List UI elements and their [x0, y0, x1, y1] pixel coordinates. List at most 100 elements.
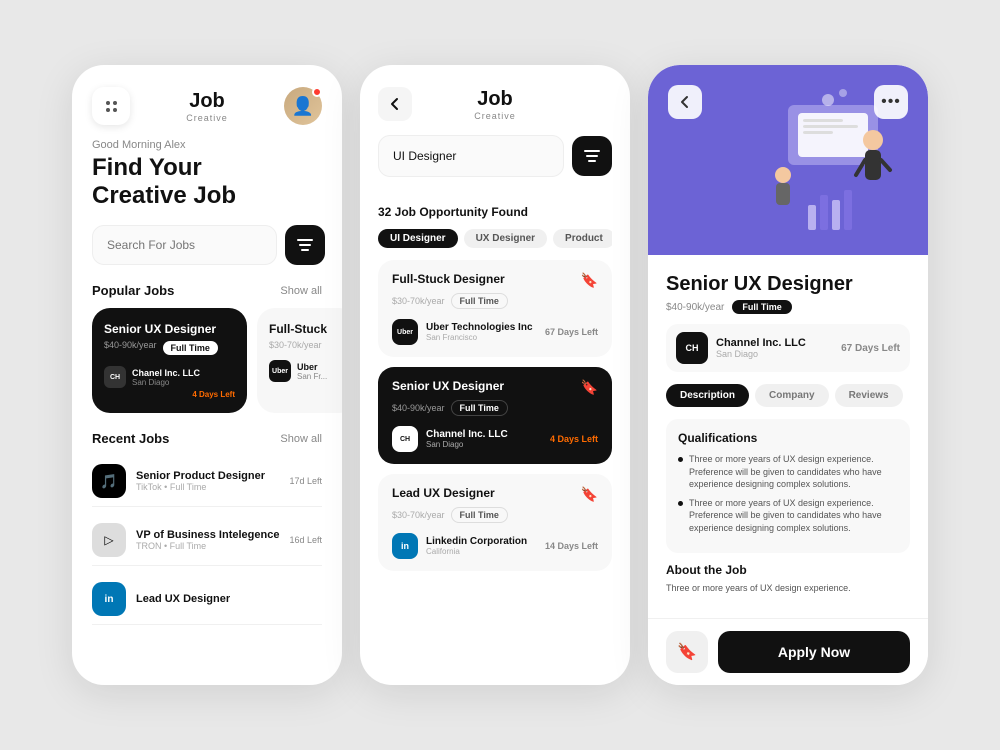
job-item-1-salary: $30-70k/year — [392, 296, 445, 306]
job-item-2-title: Senior UX Designer — [392, 379, 504, 393]
job-detail-company-logo: CH — [676, 332, 708, 364]
job-detail-body: Senior UX Designer $40-90k/year Full Tim… — [648, 255, 928, 618]
filter-button[interactable] — [285, 225, 325, 265]
job-item-3[interactable]: Lead UX Designer 🔖 $30-70k/year Full Tim… — [378, 474, 612, 571]
about-text: Three or more years of UX design experie… — [666, 583, 910, 593]
job-item-2-location: San Diago — [426, 440, 508, 449]
recent-jobs-title: Recent Jobs — [92, 431, 169, 446]
tron-logo: ▷ — [92, 523, 126, 557]
job-item-1-title: Full-Stuck Designer — [392, 272, 505, 286]
recent-job-2-info: VP of Business Intelegence TRON • Full T… — [136, 529, 279, 551]
notification-dot — [312, 87, 322, 97]
card2-logo-job: Job — [474, 88, 516, 111]
filter-tags-row: UI Designer UX Designer Product Mot — [378, 229, 612, 248]
card2-filter-button[interactable] — [572, 136, 612, 176]
popular-show-all[interactable]: Show all — [280, 285, 322, 297]
card2-logo-creative: Creative — [474, 111, 516, 121]
filter-tag-product[interactable]: Product — [553, 229, 612, 248]
about-section: About the Job Three or more years of UX … — [666, 563, 910, 593]
linkedin-logo: in — [92, 582, 126, 616]
tab-company[interactable]: Company — [755, 384, 829, 407]
recent-job-2-title: VP of Business Intelegence — [136, 529, 279, 541]
card-detail: ••• S — [648, 65, 928, 685]
recent-job-1-info: Senior Product Designer TikTok • Full Ti… — [136, 470, 279, 492]
popular-jobs-title: Popular Jobs — [92, 283, 174, 298]
about-title: About the Job — [666, 563, 910, 577]
job-item-2-days: 4 Days Left — [550, 434, 598, 444]
search-bar — [92, 225, 322, 265]
search-input[interactable] — [92, 225, 277, 265]
recent-job-3-title: Lead UX Designer — [136, 593, 322, 605]
chanel-logo: CH — [104, 366, 126, 388]
job-detail-company-location: San Diago — [716, 349, 806, 359]
qual-dot-2 — [678, 501, 683, 506]
recent-job-1-title: Senior Product Designer — [136, 470, 279, 482]
main-title: Find Your Creative Job — [92, 154, 322, 209]
recent-job-3-info: Lead UX Designer — [136, 593, 322, 605]
card2-search-bar — [378, 135, 612, 177]
logo: Job Creative — [186, 90, 228, 123]
bookmark-icon-1[interactable]: 🔖 — [581, 272, 598, 289]
job-item-3-days: 14 Days Left — [545, 541, 598, 551]
tab-description[interactable]: Description — [666, 384, 749, 407]
bookmark-icon-3[interactable]: 🔖 — [581, 486, 598, 503]
recent-job-2-sub: TRON • Full Time — [136, 541, 279, 551]
job-item-1-location: San Francisco — [426, 333, 533, 342]
popular-jobs-list: Senior UX Designer $40-90k/year Full Tim… — [92, 308, 322, 413]
card-home: Job Creative 👤 Good Morning Alex Find Yo… — [72, 65, 342, 685]
avatar[interactable]: 👤 — [284, 87, 322, 125]
job-item-1[interactable]: Full-Stuck Designer 🔖 $30-70k/year Full … — [378, 260, 612, 357]
popular-job-dark-company: Chanel Inc. LLC — [132, 368, 200, 378]
job-detail-meta: $40-90k/year Full Time — [666, 300, 910, 314]
card2-filter-icon — [584, 150, 600, 162]
tab-reviews[interactable]: Reviews — [835, 384, 903, 407]
bookmark-icon-2[interactable]: 🔖 — [581, 379, 598, 396]
job-hero: ••• — [648, 65, 928, 255]
menu-button[interactable] — [92, 87, 130, 125]
popular-job-dark-title: Senior UX Designer — [104, 322, 235, 336]
qual-dot-1 — [678, 457, 683, 462]
qualifications-section: Qualifications Three or more years of UX… — [666, 419, 910, 553]
popular-job-light-title: Full-Stuck — [269, 322, 342, 336]
card3-more-button[interactable]: ••• — [874, 85, 908, 119]
results-count: 32 Job Opportunity Found — [378, 205, 612, 219]
job-item-2-salary: $40-90k/year — [392, 403, 445, 413]
job-detail-days-left: 67 Days Left — [841, 343, 900, 354]
recent-job-2[interactable]: ▷ VP of Business Intelegence TRON • Full… — [92, 515, 322, 566]
save-job-button[interactable]: 🔖 — [666, 631, 708, 673]
recent-job-1-sub: TikTok • Full Time — [136, 482, 279, 492]
tiktok-logo: 🎵 — [92, 464, 126, 498]
job-item-2[interactable]: Senior UX Designer 🔖 $40-90k/year Full T… — [378, 367, 612, 464]
uber-logo-2: Uber — [392, 319, 418, 345]
card2-back-button[interactable] — [378, 87, 412, 121]
popular-job-dark-salary: $40-90k/year — [104, 340, 157, 350]
logo-job-text: Job — [186, 90, 228, 113]
filter-icon — [297, 239, 313, 251]
apply-now-button[interactable]: Apply Now — [718, 631, 910, 673]
qualifications-title: Qualifications — [678, 431, 898, 445]
popular-jobs-header: Popular Jobs Show all — [92, 283, 322, 298]
qualification-item-1: Three or more years of UX design experie… — [678, 453, 898, 491]
job-item-2-company: Channel Inc. LLC — [426, 429, 508, 440]
filter-tag-ui-designer[interactable]: UI Designer — [378, 229, 458, 248]
card3-back-button[interactable] — [668, 85, 702, 119]
apply-bar: 🔖 Apply Now — [648, 618, 928, 685]
popular-job-light[interactable]: Full-Stuck $30-70k/year Uber Uber San Fr… — [257, 308, 342, 413]
back-arrow-icon — [387, 96, 403, 112]
recent-jobs-list: 🎵 Senior Product Designer TikTok • Full … — [92, 456, 322, 625]
job-item-3-salary: $30-70k/year — [392, 510, 445, 520]
uber-logo: Uber — [269, 360, 291, 382]
recent-job-3[interactable]: in Lead UX Designer — [92, 574, 322, 625]
filter-tag-ux-designer[interactable]: UX Designer — [464, 229, 547, 248]
save-bookmark-icon: 🔖 — [677, 642, 697, 662]
recent-job-1-days: 17d Left — [289, 476, 322, 486]
popular-job-dark-badge: Full Time — [163, 341, 218, 355]
job-item-3-badge: Full Time — [451, 507, 508, 523]
popular-job-dark[interactable]: Senior UX Designer $40-90k/year Full Tim… — [92, 308, 247, 413]
job-detail-type-badge: Full Time — [732, 300, 791, 314]
card1-header: Job Creative 👤 — [92, 87, 322, 125]
recent-show-all[interactable]: Show all — [280, 433, 322, 445]
card2-search-input[interactable] — [378, 135, 564, 177]
recent-job-1[interactable]: 🎵 Senior Product Designer TikTok • Full … — [92, 456, 322, 507]
recent-job-2-days: 16d Left — [289, 535, 322, 545]
